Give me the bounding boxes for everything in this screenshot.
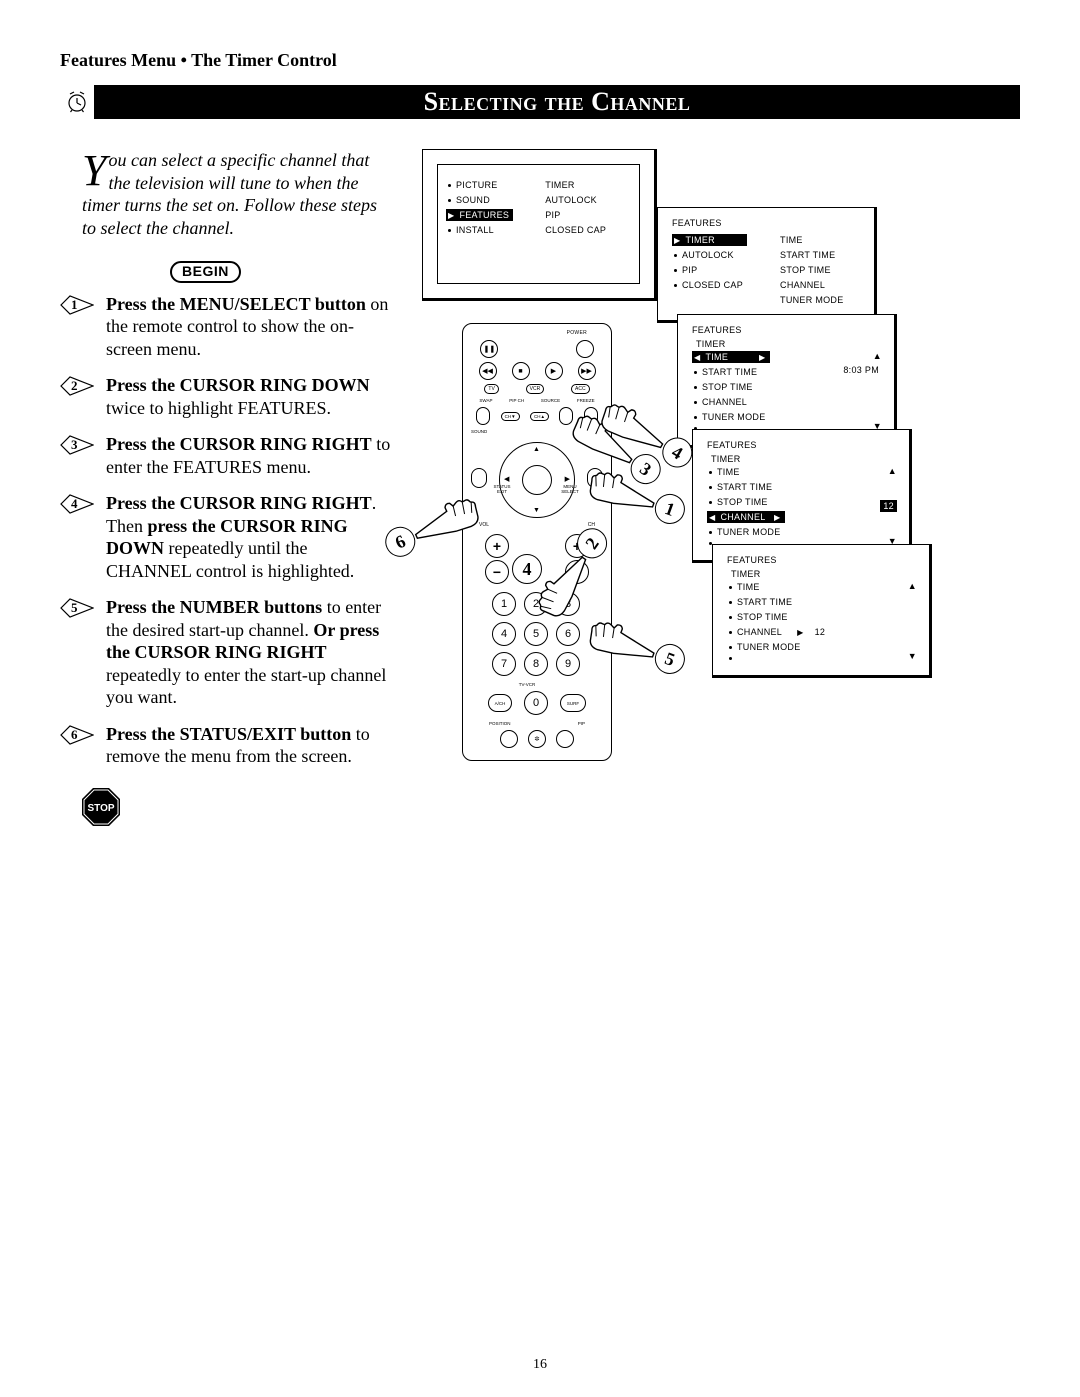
pip-ch-dn-button[interactable]: CH▼ — [501, 412, 520, 421]
svg-text:3: 3 — [71, 437, 78, 452]
vol-dn-button[interactable]: − — [485, 560, 509, 584]
step-bold: Press the NUMBER buttons — [106, 597, 322, 617]
tv-mode-button[interactable]: TV — [484, 384, 498, 394]
step-bullet-icon: 3 — [60, 435, 94, 461]
manual-page: Features Menu • The Timer Control Select… — [0, 0, 1080, 1397]
dropcap: Y — [82, 149, 108, 188]
vcr-mode-button[interactable]: VCR — [526, 384, 545, 394]
number-pad: 1 2 3 4 5 6 7 8 9 — [471, 592, 603, 676]
step-bullet-icon: 1 — [60, 295, 94, 321]
step-bullet-icon: 2 — [60, 376, 94, 402]
page-title: Selecting the Channel — [94, 85, 1020, 119]
content-area: Y ou can select a specific channel that … — [60, 149, 1020, 929]
num-7-button[interactable]: 7 — [492, 652, 516, 676]
step-6: 6 Press the STATUS/EXIT button to remove… — [82, 723, 392, 768]
num-4-button[interactable]: 4 — [492, 622, 516, 646]
step-bold: Press the MENU/SELECT but­ton — [106, 294, 366, 314]
step-bullet-icon: 4 — [60, 494, 94, 520]
svg-text:STOP: STOP — [87, 803, 114, 814]
remote-control-illustration: POWER ❚❚ ◀◀ ■ ▶ ▶▶ TV VCR — [462, 323, 612, 761]
illustration-column: PICTURE SOUND ▶FEATURES INSTALL TIMER AU… — [422, 149, 1020, 929]
num-9-button[interactable]: 9 — [556, 652, 580, 676]
num-2-button[interactable]: 2 — [524, 592, 548, 616]
osd-timer-channel-edit: FEATURES TIMER TIME START TIME STOP TIME… — [692, 429, 912, 563]
tv-frame: PICTURE SOUND ▶FEATURES INSTALL TIMER AU… — [422, 149, 657, 301]
cursor-ring[interactable]: ▲ ▼ ◀ ▶ STATUS EXIT MENU SELECT — [499, 442, 575, 518]
step-4: 4 Press the CURSOR RING RIGHT. Then pres… — [82, 492, 392, 582]
menu-main-right: TIMER AUTOLOCK PIP CLOSED CAP — [543, 179, 610, 236]
title-bar: Selecting the Channel — [60, 85, 1020, 119]
stop-button[interactable]: ■ — [512, 362, 530, 380]
acc-mode-button[interactable]: ACC — [571, 384, 590, 394]
steps-list: 1 Press the MENU/SELECT but­ton on the r… — [82, 293, 392, 768]
play-button[interactable]: ▶ — [545, 362, 563, 380]
freeze-button[interactable] — [584, 407, 598, 425]
num-8-button[interactable]: 8 — [524, 652, 548, 676]
surf-button[interactable]: SURF — [560, 694, 586, 712]
rewind-button[interactable]: ◀◀ — [479, 362, 497, 380]
step-bold: Press the CURSOR RING RIGHT — [106, 493, 372, 513]
step-text: repeatedly to enter the start-up channel… — [106, 665, 386, 708]
pause-button[interactable]: ❚❚ — [480, 340, 498, 358]
sound-button[interactable] — [471, 468, 487, 488]
swap-button[interactable] — [476, 407, 490, 425]
picture-button[interactable] — [587, 468, 603, 488]
svg-text:2: 2 — [71, 378, 78, 393]
pip-button[interactable] — [556, 730, 574, 748]
num-5-button[interactable]: 5 — [524, 622, 548, 646]
svg-text:4: 4 — [71, 496, 78, 511]
step-5: 5 Press the NUMBER buttons to enter the … — [82, 596, 392, 709]
clock-icon — [60, 85, 94, 119]
menu-main-left: PICTURE SOUND ▶FEATURES INSTALL — [446, 179, 513, 236]
num-3-button[interactable]: 3 — [556, 592, 580, 616]
intro-paragraph: Y ou can select a specific channel that … — [82, 149, 392, 239]
num-1-button[interactable]: 1 — [492, 592, 516, 616]
power-button[interactable] — [576, 340, 594, 358]
num-6-button[interactable]: 6 — [556, 622, 580, 646]
osd-timer-time: FEATURES TIMER ◀TIME▶ START TIME STOP TI… — [677, 314, 897, 448]
osd-timer-channel-set: FEATURES TIMER TIME START TIME STOP TIME… — [712, 544, 932, 678]
svg-text:1: 1 — [71, 297, 78, 312]
instructions-column: Y ou can select a specific channel that … — [60, 149, 392, 929]
ch-up-button[interactable]: + — [565, 534, 589, 558]
source-button[interactable] — [559, 407, 573, 425]
step-bold: Press the STATUS/EXIT button — [106, 724, 351, 744]
pip-center-button[interactable]: ✲ — [528, 730, 546, 748]
svg-text:6: 6 — [71, 727, 78, 742]
intro-text: ou can select a specific channel that th… — [82, 150, 377, 238]
step-3: 3 Press the CURSOR RING RIGHT to enter t… — [82, 433, 392, 478]
step-bullet-icon: 5 — [60, 598, 94, 624]
ff-button[interactable]: ▶▶ — [578, 362, 596, 380]
ch-dn-button[interactable]: − — [565, 560, 589, 584]
svg-text:5: 5 — [71, 600, 78, 615]
ach-button[interactable]: A/CH — [488, 694, 512, 712]
position-button[interactable] — [500, 730, 518, 748]
step-bold: Press the CURSOR RING DOWN — [106, 375, 370, 395]
breadcrumb: Features Menu • The Timer Control — [60, 50, 1020, 71]
step-2: 2 Press the CURSOR RING DOWN twice to hi… — [82, 374, 392, 419]
step-text: twice to highlight FEA­TURES. — [106, 398, 331, 418]
step-bold: Press the CURSOR RING RIGHT — [106, 434, 372, 454]
osd-features: FEATURES ▶TIMER AUTOLOCK PIP CLOSED CAP … — [657, 207, 877, 323]
step-1: 1 Press the MENU/SELECT but­ton on the r… — [82, 293, 392, 361]
vol-up-button[interactable]: + — [485, 534, 509, 558]
page-number: 16 — [0, 1357, 1080, 1373]
step-bullet-icon: 6 — [60, 725, 94, 751]
stop-badge: STOP — [80, 786, 392, 834]
begin-badge: BEGIN — [170, 261, 241, 283]
num-0-button[interactable]: 0 — [524, 691, 548, 715]
pip-ch-up-button[interactable]: CH▲ — [530, 412, 549, 421]
